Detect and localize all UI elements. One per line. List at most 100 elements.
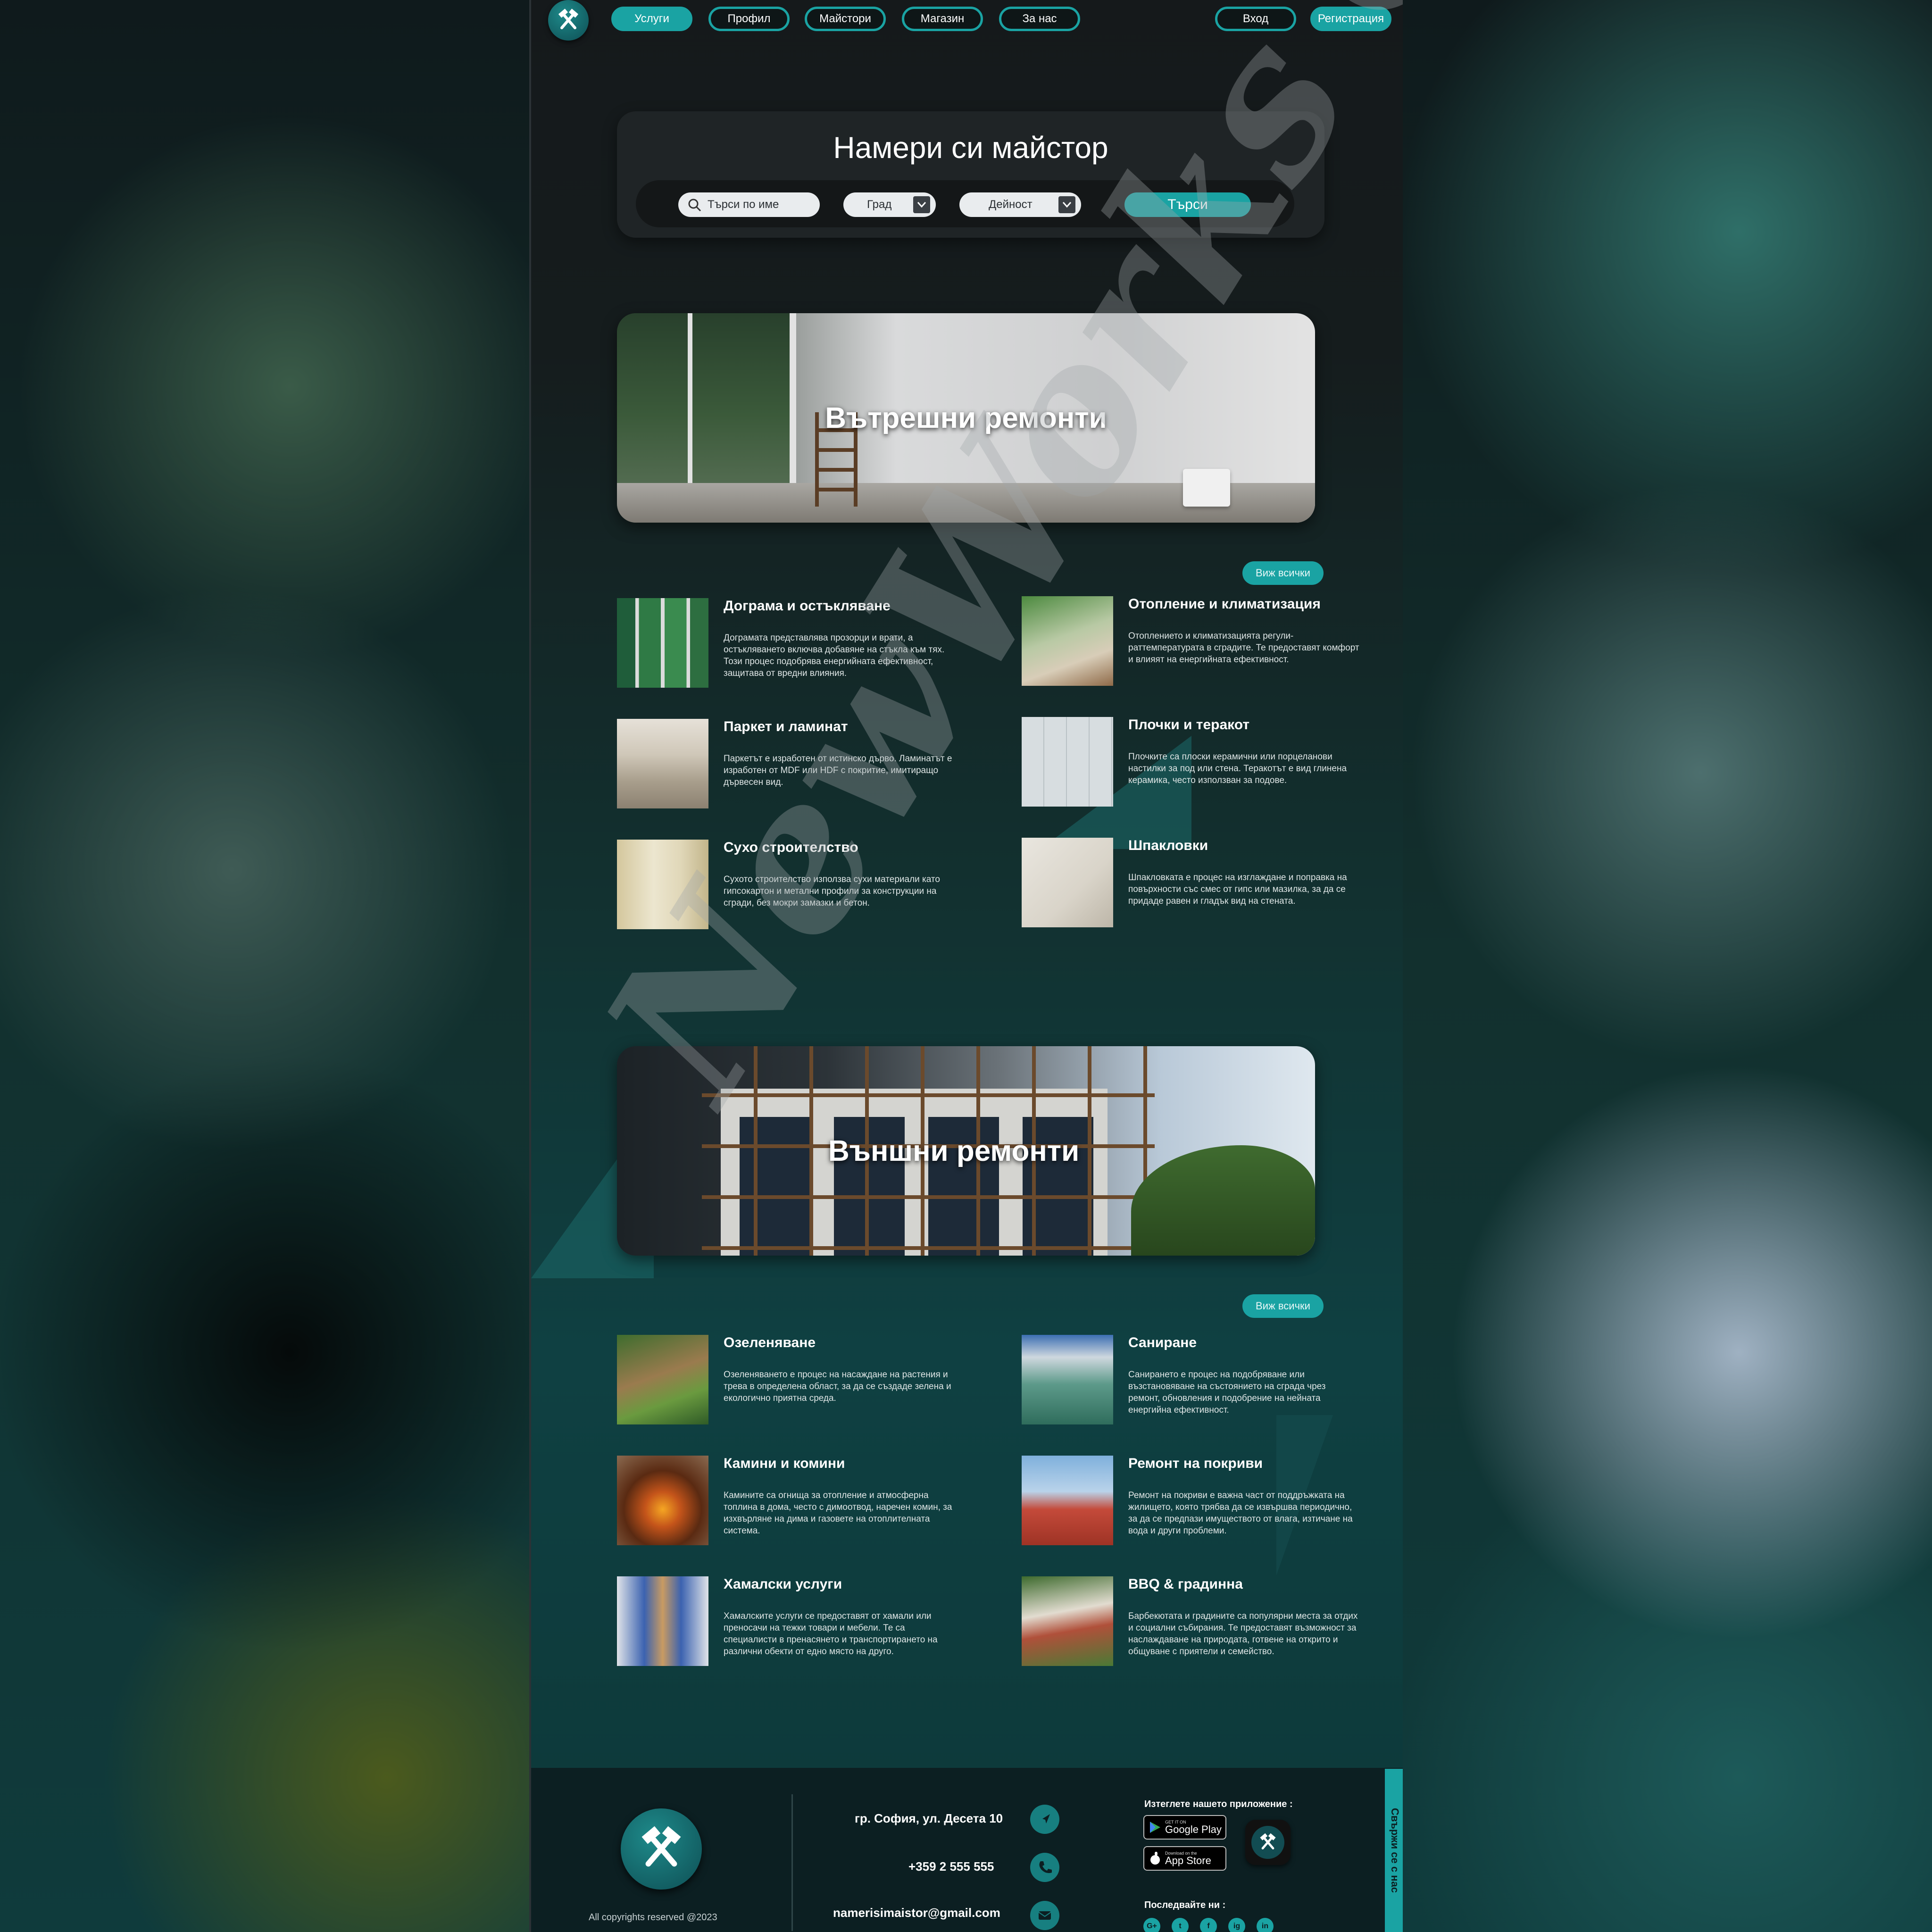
exterior-view-all-button[interactable]: Виж всички bbox=[1242, 1294, 1324, 1318]
search-title: Намери си майстор bbox=[833, 131, 1108, 165]
contact-us-label: Свържи се с нас bbox=[1389, 1808, 1401, 1893]
service-item-moving[interactable]: Хамалски услуги Хамалските услуги се пре… bbox=[617, 1576, 985, 1671]
search-button[interactable]: Търси bbox=[1124, 192, 1251, 217]
app-icon[interactable] bbox=[1245, 1820, 1291, 1865]
app-store-badge[interactable]: Download on the App Store bbox=[1143, 1846, 1226, 1871]
service-thumbnail bbox=[617, 1576, 708, 1666]
service-description: Сухото строителство използва сухи матери… bbox=[724, 874, 940, 908]
search-card: Намери си майстор Търси по име Град Дейн… bbox=[617, 111, 1324, 238]
contact-us-tab[interactable]: Свържи се с нас bbox=[1385, 1769, 1403, 1932]
exterior-banner-title: Външни ремонти bbox=[828, 1134, 1080, 1167]
phone-text[interactable]: +359 2 555 555 bbox=[908, 1859, 994, 1874]
service-item-drywall[interactable]: Сухо строителство Сухото строителство из… bbox=[617, 840, 985, 934]
service-description: Паркетът е изработен от истинско дърво. … bbox=[724, 754, 952, 787]
service-title: BBQ & градинна bbox=[1128, 1576, 1243, 1592]
service-item-windows[interactable]: Дограма и остъкляване Дограмата представ… bbox=[617, 598, 985, 692]
service-thumbnail bbox=[1022, 596, 1113, 686]
service-thumbnail bbox=[1022, 1456, 1113, 1545]
city-select-label: Град bbox=[867, 198, 892, 211]
service-thumbnail bbox=[1022, 717, 1113, 807]
exterior-banner[interactable]: Външни ремонти bbox=[617, 1046, 1315, 1256]
service-item-fireplaces[interactable]: Камини и комини Камините са огнища за от… bbox=[617, 1456, 985, 1550]
hammer-icon bbox=[641, 1826, 681, 1867]
service-description: Плочките са плоски керамични или порцела… bbox=[1128, 752, 1347, 785]
service-thumbnail bbox=[1022, 1335, 1113, 1424]
service-thumbnail bbox=[617, 598, 708, 688]
location-icon bbox=[1030, 1805, 1059, 1834]
chevron-down-icon bbox=[913, 196, 930, 213]
google-plus-icon[interactable]: G+ bbox=[1143, 1918, 1160, 1932]
service-title: Дограма и остъкляване bbox=[724, 598, 891, 614]
linkedin-icon[interactable]: in bbox=[1257, 1918, 1274, 1932]
service-title: Саниране bbox=[1128, 1335, 1197, 1350]
interior-view-all-button[interactable]: Виж всички bbox=[1242, 561, 1324, 585]
email-text[interactable]: namerisimaistor@gmail.com bbox=[833, 1906, 1000, 1920]
service-item-roofs[interactable]: Ремонт на покриви Ремонт на покриви е ва… bbox=[1022, 1456, 1390, 1550]
email-icon bbox=[1030, 1901, 1059, 1930]
nav-masters[interactable]: Майстори bbox=[805, 7, 886, 31]
service-description: Дограмата представлява прозорци и врати,… bbox=[724, 633, 945, 678]
service-description: Озеленяването е процес на насаждане на р… bbox=[724, 1370, 951, 1403]
service-description: Отоплението и климатизацията регули-ратт… bbox=[1128, 631, 1359, 665]
service-thumbnail bbox=[617, 719, 708, 808]
chevron-down-icon bbox=[1058, 196, 1075, 213]
service-title: Ремонт на покриви bbox=[1128, 1456, 1263, 1471]
search-name-placeholder: Търси по име bbox=[708, 198, 779, 211]
service-title: Камини и комини bbox=[724, 1456, 845, 1471]
service-thumbnail bbox=[617, 1335, 708, 1424]
service-title: Озеленяване bbox=[724, 1335, 816, 1350]
service-description: Шпакловката е процес на изглаждане и поп… bbox=[1128, 873, 1347, 906]
nav-profile[interactable]: Профил bbox=[708, 7, 790, 31]
footer-divider bbox=[791, 1794, 793, 1931]
hammer-icon bbox=[1260, 1833, 1276, 1849]
service-item-heating[interactable]: Отопление и климатизация Отоплението и к… bbox=[1022, 596, 1390, 691]
service-title: Шпакловки bbox=[1128, 838, 1208, 853]
service-item-plastering[interactable]: Шпакловки Шпакловката е процес на изглаж… bbox=[1022, 838, 1390, 932]
search-icon bbox=[688, 199, 701, 212]
service-title: Отопление и климатизация bbox=[1128, 596, 1321, 612]
service-thumbnail bbox=[1022, 838, 1113, 927]
city-select[interactable]: Град bbox=[843, 192, 936, 217]
service-title: Хамалски услуги bbox=[724, 1576, 842, 1592]
app-title: Изтеглете нашето приложение : bbox=[1144, 1799, 1293, 1809]
service-item-renovation[interactable]: Саниране Санирането е процес на подобряв… bbox=[1022, 1335, 1390, 1429]
google-play-icon bbox=[1150, 1822, 1160, 1833]
service-item-landscaping[interactable]: Озеленяване Озеленяването е процес на на… bbox=[617, 1335, 985, 1429]
footer: All copyrights reserved @2023 гр. София,… bbox=[531, 1768, 1403, 1932]
hammer-icon bbox=[558, 8, 579, 29]
service-thumbnail bbox=[617, 1456, 708, 1545]
interior-banner[interactable]: Вътрешни ремонти bbox=[617, 313, 1315, 523]
service-description: Камините са огнища за отопление и атмосф… bbox=[724, 1491, 952, 1536]
phone-icon bbox=[1030, 1853, 1059, 1882]
google-play-badge[interactable]: GET IT ON Google Play bbox=[1143, 1815, 1226, 1840]
service-description: Ремонт на покриви е важна част от поддръ… bbox=[1128, 1491, 1353, 1536]
search-bar: Търси по име Град Дейност Търси bbox=[636, 180, 1294, 227]
service-thumbnail bbox=[617, 840, 708, 929]
nav-shop[interactable]: Магазин bbox=[902, 7, 983, 31]
service-item-tiles[interactable]: Плочки и теракот Плочките са плоски кера… bbox=[1022, 717, 1390, 811]
page-frame: Услуги Профил Майстори Магазин За нас Вх… bbox=[529, 0, 1403, 1932]
register-button[interactable]: Регистрация bbox=[1310, 7, 1391, 31]
search-name-input[interactable]: Търси по име bbox=[678, 192, 820, 217]
facebook-icon[interactable]: f bbox=[1200, 1918, 1217, 1932]
service-item-bbq[interactable]: BBQ & градинна Барбекютата и градините с… bbox=[1022, 1576, 1390, 1671]
service-thumbnail bbox=[1022, 1576, 1113, 1666]
service-description: Хамалските услуги се предоставят от хама… bbox=[724, 1611, 938, 1657]
instagram-icon[interactable]: ig bbox=[1228, 1918, 1245, 1932]
service-title: Паркет и ламинат bbox=[724, 719, 848, 734]
twitter-icon[interactable]: t bbox=[1172, 1918, 1189, 1932]
service-description: Санирането е процес на подобряване или в… bbox=[1128, 1370, 1326, 1415]
service-description: Барбекютата и градините са популярни мес… bbox=[1128, 1611, 1358, 1657]
address-text: гр. София, ул. Десета 10 bbox=[855, 1811, 1003, 1825]
service-item-parquet[interactable]: Паркет и ламинат Паркетът е изработен от… bbox=[617, 719, 985, 813]
nav-services[interactable]: Услуги bbox=[611, 7, 692, 31]
nav-about[interactable]: За нас bbox=[999, 7, 1080, 31]
logo[interactable] bbox=[548, 0, 589, 41]
login-button[interactable]: Вход bbox=[1215, 7, 1296, 31]
footer-logo[interactable] bbox=[621, 1808, 702, 1890]
apple-icon bbox=[1150, 1852, 1160, 1865]
follow-title: Последвайте ни : bbox=[1144, 1900, 1226, 1910]
activity-select-label: Дейност bbox=[989, 198, 1033, 211]
interior-banner-title: Вътрешни ремонти bbox=[825, 401, 1107, 434]
activity-select[interactable]: Дейност bbox=[959, 192, 1081, 217]
